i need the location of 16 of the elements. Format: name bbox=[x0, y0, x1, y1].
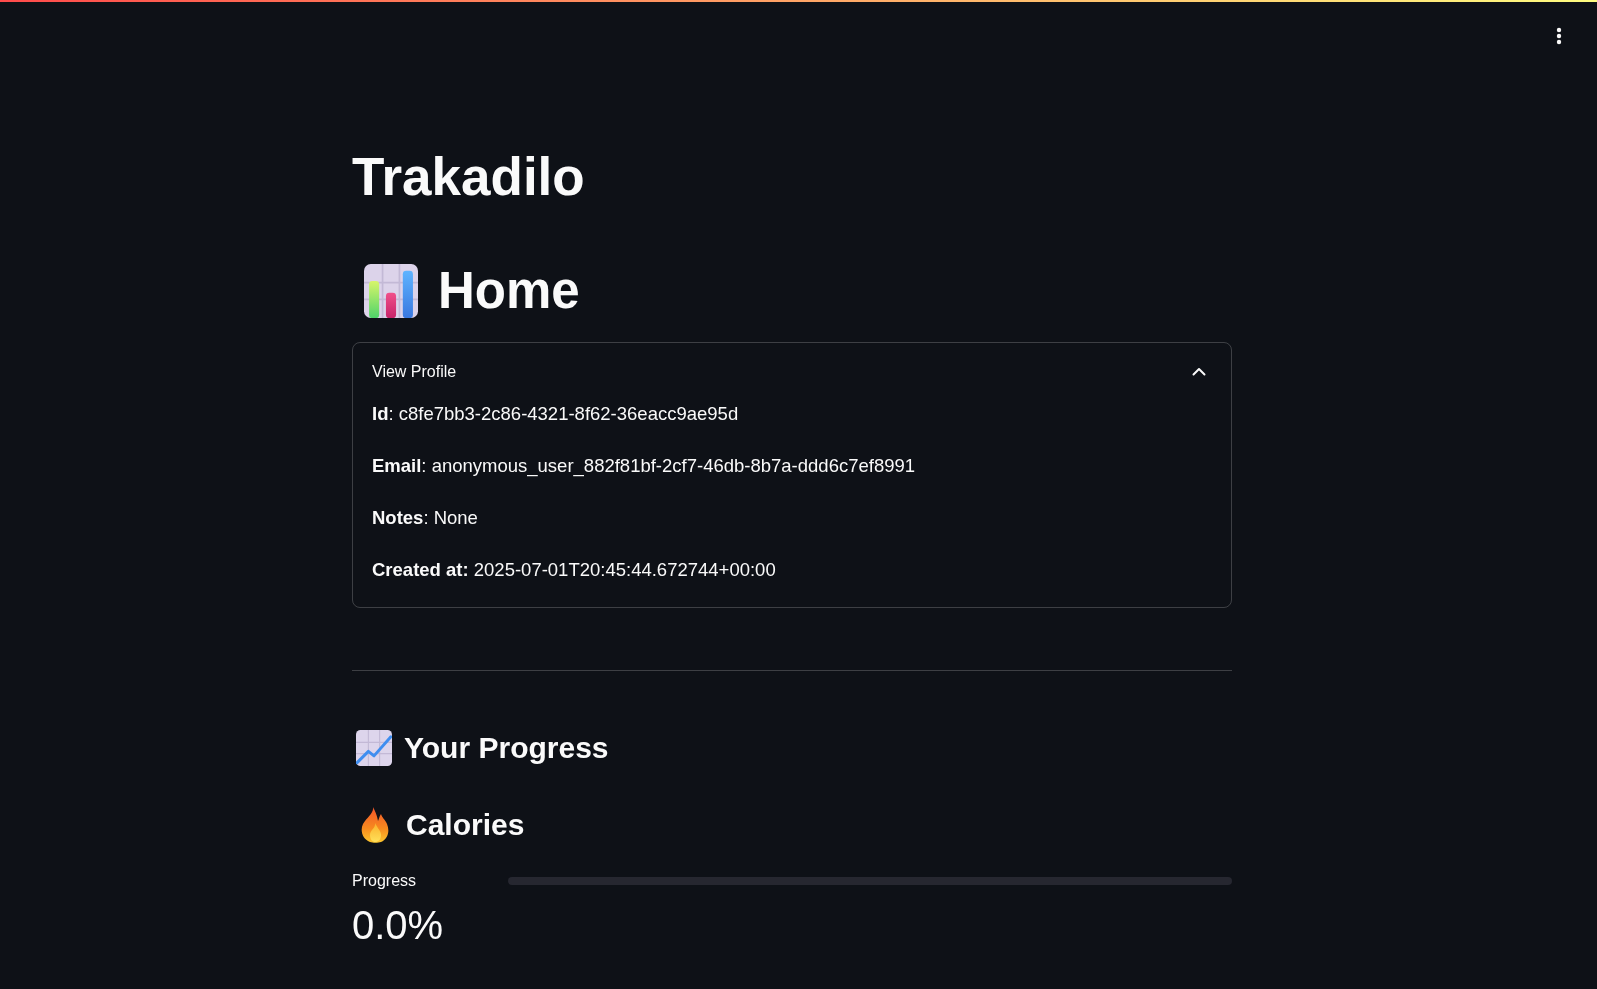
flame-icon bbox=[361, 807, 389, 843]
profile-field: Created at: 2025-07-01T20:45:44.672744+00:00 bbox=[372, 557, 776, 583]
menu-icon[interactable] bbox=[1556, 27, 1562, 45]
profile-field: Email: anonymous_user_882f81bf-2cf7-46db-8b7a-ddd6c7ef8991 bbox=[372, 453, 916, 479]
app-title: Trakadilo bbox=[352, 147, 585, 207]
metric-heading: Calories bbox=[406, 807, 525, 843]
progress-reading: 0.0% bbox=[352, 902, 444, 949]
profile-field: Id: c8fe7bb3-2c86-4321-8f62-36eacc9ae95d bbox=[372, 401, 739, 427]
expander-header[interactable]: View Profile bbox=[353, 343, 1231, 400]
progress-label: Progress bbox=[352, 871, 418, 891]
section-heading: Your Progress bbox=[404, 730, 609, 766]
page-heading: Home bbox=[438, 261, 580, 321]
profile-field: Notes: None bbox=[372, 505, 478, 531]
chevron-icon bbox=[1192, 367, 1206, 376]
bar-chart-icon bbox=[364, 264, 418, 318]
line-chart-icon bbox=[356, 730, 392, 766]
